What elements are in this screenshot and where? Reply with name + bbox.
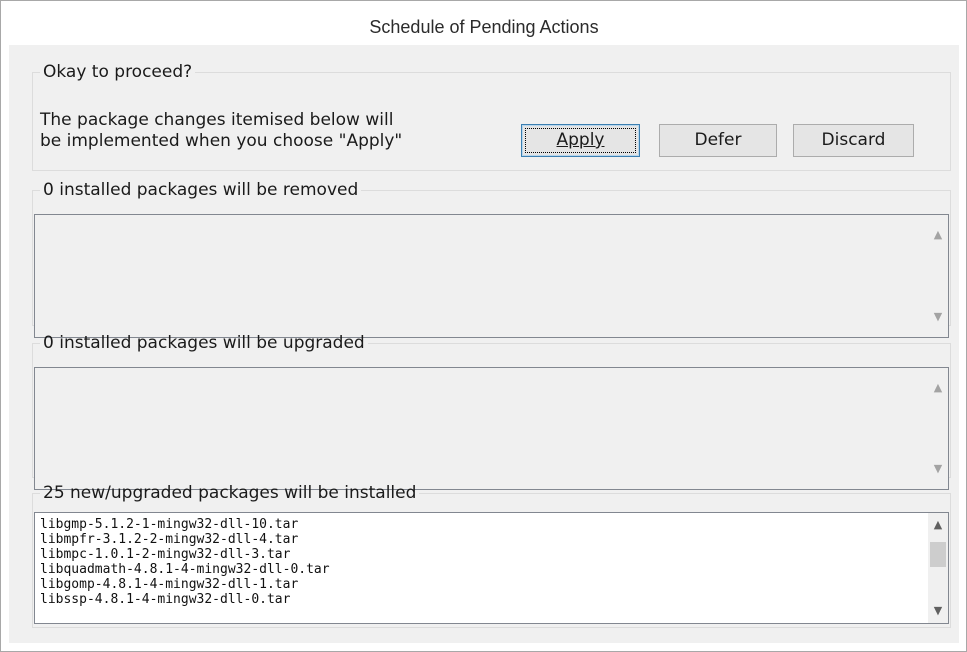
- list-item[interactable]: libgmp-5.1.2-1-mingw32-dll-10.tar: [40, 517, 330, 532]
- pending-actions-dialog: Schedule of Pending Actions Okay to proc…: [0, 0, 967, 652]
- removed-group: 0 installed packages will be removed ▲ ▼: [32, 180, 951, 338]
- proceed-description-line1: The package changes itemised below will: [40, 110, 394, 130]
- proceed-group: Okay to proceed? The package changes ite…: [32, 63, 951, 171]
- proceed-description-line2: be implemented when you choose "Apply": [40, 131, 403, 151]
- scroll-down-icon[interactable]: ▼: [928, 461, 948, 477]
- list-item[interactable]: libgomp-4.8.1-4-mingw32-dll-1.tar: [40, 577, 330, 592]
- discard-button[interactable]: Discard: [793, 124, 914, 157]
- scroll-thumb[interactable]: [930, 542, 946, 567]
- scroll-up-icon[interactable]: ▲: [928, 517, 948, 533]
- discard-button-label: Discard: [821, 130, 886, 150]
- list-item[interactable]: libmpc-1.0.1-2-mingw32-dll-3.tar: [40, 547, 330, 562]
- installed-group: 25 new/upgraded packages will be install…: [32, 484, 951, 628]
- defer-button-label: Defer: [694, 130, 742, 150]
- defer-button[interactable]: Defer: [659, 124, 777, 157]
- upgraded-scrollbar[interactable]: ▲ ▼: [928, 368, 948, 489]
- installed-listbox[interactable]: libgmp-5.1.2-1-mingw32-dll-10.tar libmpf…: [34, 512, 949, 624]
- apply-button-label: Apply: [556, 130, 605, 150]
- dialog-body: Okay to proceed? The package changes ite…: [9, 45, 959, 643]
- proceed-group-label: Okay to proceed?: [43, 62, 193, 82]
- installed-group-label: 25 new/upgraded packages will be install…: [43, 483, 417, 503]
- removed-scrollbar[interactable]: ▲ ▼: [928, 215, 948, 337]
- removed-listbox[interactable]: ▲ ▼: [34, 214, 949, 338]
- list-item[interactable]: libquadmath-4.8.1-4-mingw32-dll-0.tar: [40, 562, 330, 577]
- removed-group-label: 0 installed packages will be removed: [43, 180, 359, 200]
- scroll-up-icon[interactable]: ▲: [928, 380, 948, 396]
- installed-package-list: libgmp-5.1.2-1-mingw32-dll-10.tar libmpf…: [40, 517, 330, 607]
- apply-button[interactable]: Apply: [521, 124, 640, 157]
- proceed-description: The package changes itemised below will …: [40, 110, 402, 152]
- upgraded-group-label: 0 installed packages will be upgraded: [43, 333, 365, 353]
- list-item[interactable]: libmpfr-3.1.2-2-mingw32-dll-4.tar: [40, 532, 330, 547]
- scroll-up-icon[interactable]: ▲: [928, 227, 948, 243]
- list-item[interactable]: libssp-4.8.1-4-mingw32-dll-0.tar: [40, 592, 330, 607]
- installed-scrollbar[interactable]: ▲ ▼: [928, 513, 948, 623]
- upgraded-listbox[interactable]: ▲ ▼: [34, 367, 949, 490]
- window-title: Schedule of Pending Actions: [369, 17, 599, 37]
- upgraded-group: 0 installed packages will be upgraded ▲ …: [32, 333, 951, 490]
- scroll-down-icon[interactable]: ▼: [928, 603, 948, 619]
- scroll-down-icon[interactable]: ▼: [928, 309, 948, 325]
